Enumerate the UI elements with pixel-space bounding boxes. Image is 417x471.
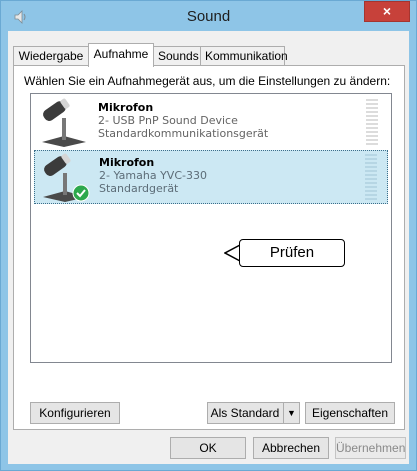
annotation-callout: Prüfen [239, 239, 345, 267]
device-status: Standardgerät [99, 182, 179, 195]
dialog-client-area: Wiedergabe Aufnahme Sounds Kommunikation… [8, 31, 409, 464]
set-default-split-button[interactable]: Als Standard ▼ [207, 402, 300, 424]
level-meter [366, 99, 378, 145]
properties-button[interactable]: Eigenschaften [305, 402, 395, 424]
device-name: Mikrofon [99, 156, 155, 169]
device-name: Mikrofon [98, 101, 154, 114]
microphone-icon [42, 98, 86, 147]
device-item-selected[interactable]: Mikrofon 2- Yamaha YVC-330 Standardgerät [34, 150, 388, 204]
device-status: Standardkommunikationsgerät [98, 127, 269, 140]
level-meter [365, 154, 377, 200]
ok-button[interactable]: OK [170, 437, 246, 459]
tab-sounds[interactable]: Sounds [153, 46, 201, 66]
microphone-default-icon [43, 153, 90, 202]
device-item[interactable]: Mikrofon 2- USB PnP Sound Device Standar… [34, 96, 388, 150]
window-title: Sound [186, 8, 231, 25]
cancel-button[interactable]: Abbrechen [253, 437, 329, 459]
close-button[interactable]: × [364, 1, 410, 22]
tab-wiedergabe[interactable]: Wiedergabe [13, 46, 89, 66]
sound-dialog: Sound × Wiedergabe Aufnahme Sounds Kommu… [0, 0, 417, 471]
set-default-label[interactable]: Als Standard [211, 406, 280, 420]
tab-aufnahme[interactable]: Aufnahme [88, 43, 154, 67]
tab-kommunikation[interactable]: Kommunikation [200, 46, 288, 66]
green-checkmark-icon [72, 184, 90, 202]
recording-tab-panel: Wählen Sie ein Aufnahmegerät aus, um die… [13, 65, 405, 430]
recording-device-list[interactable]: Mikrofon 2- USB PnP Sound Device Standar… [30, 93, 392, 363]
device-description: 2- Yamaha YVC-330 [99, 169, 207, 182]
dropdown-arrow-icon[interactable]: ▼ [283, 403, 299, 423]
title-bar[interactable]: Sound × [1, 1, 416, 31]
device-description: 2- USB PnP Sound Device [98, 114, 238, 127]
configure-button[interactable]: Konfigurieren [30, 402, 120, 424]
apply-button[interactable]: Übernehmen [335, 437, 406, 459]
instruction-text: Wählen Sie ein Aufnahmegerät aus, um die… [24, 74, 391, 88]
